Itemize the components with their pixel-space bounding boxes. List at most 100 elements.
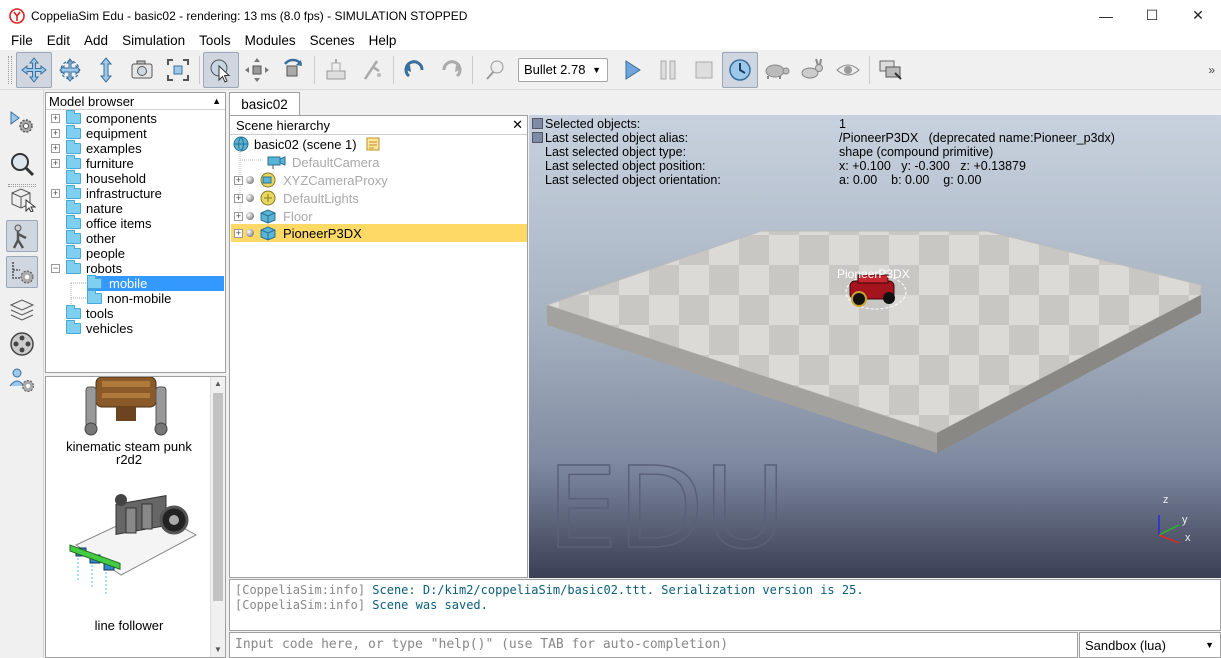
pause-simulation-button[interactable] bbox=[650, 52, 686, 88]
expand-icon[interactable]: + bbox=[234, 228, 243, 238]
film-reel-icon bbox=[10, 332, 34, 356]
scene-switch-button[interactable] bbox=[873, 52, 909, 88]
toolbar-overflow-button[interactable]: » bbox=[1208, 63, 1215, 77]
slow-down-button[interactable] bbox=[758, 52, 794, 88]
camera-shift-button[interactable] bbox=[88, 52, 124, 88]
hierarchy-item-pioneerp3dx[interactable]: + PioneerP3DX bbox=[231, 224, 527, 242]
object-properties-button[interactable] bbox=[6, 148, 38, 180]
transfer-dna-button[interactable] bbox=[354, 52, 390, 88]
status-console: [CoppeliaSim:info] Scene: D:/kim2/coppel… bbox=[229, 579, 1221, 631]
collections-button[interactable] bbox=[6, 220, 38, 252]
layers-icon bbox=[9, 299, 35, 321]
model-dot-icon bbox=[246, 176, 254, 184]
scripts-button[interactable] bbox=[6, 256, 38, 288]
menu-tools[interactable]: Tools bbox=[192, 31, 238, 50]
physics-engine-select[interactable]: Bullet 2.78 ▼ bbox=[518, 57, 608, 82]
collapse-up-icon[interactable]: ▲ bbox=[212, 96, 221, 106]
object-shift-button[interactable] bbox=[239, 52, 275, 88]
model-dot-icon bbox=[246, 194, 254, 202]
model-dot-icon bbox=[246, 229, 254, 237]
menu-add[interactable]: Add bbox=[77, 31, 115, 50]
move-arrows-icon bbox=[21, 56, 47, 83]
assemble-icon bbox=[326, 58, 346, 79]
speed-up-button[interactable] bbox=[794, 52, 830, 88]
command-input[interactable]: Input code here, or type "help()" (use T… bbox=[229, 632, 1078, 658]
user-settings-button[interactable] bbox=[6, 364, 38, 396]
scene-tab[interactable]: basic02 bbox=[229, 92, 300, 115]
info-key: Last selected object type: bbox=[545, 145, 687, 159]
object-rotate-button[interactable] bbox=[275, 52, 311, 88]
model-dot-icon bbox=[246, 212, 254, 220]
user-gear-icon bbox=[9, 368, 34, 392]
hierarchy-item-defaultcamera[interactable]: DefaultCamera bbox=[266, 153, 379, 171]
toolbar-grip[interactable] bbox=[8, 55, 12, 84]
info-toggle-button[interactable] bbox=[532, 132, 543, 143]
stop-simulation-button[interactable] bbox=[686, 52, 722, 88]
minimize-button[interactable]: — bbox=[1083, 0, 1129, 31]
scroll-down-icon[interactable]: ▼ bbox=[211, 643, 225, 657]
windows-icon bbox=[879, 60, 902, 80]
hierarchy-item-floor[interactable]: + Floor bbox=[234, 207, 313, 225]
object-select-button[interactable] bbox=[203, 51, 239, 88]
info-key: Selected objects: bbox=[545, 117, 641, 131]
simulation-settings-button[interactable] bbox=[6, 106, 38, 138]
hierarchy-item-xyzcameraproxy[interactable]: + XYZCameraProxy bbox=[234, 171, 388, 189]
expand-icon[interactable]: + bbox=[234, 193, 243, 203]
undo-button[interactable] bbox=[397, 52, 433, 88]
info-value: shape (compound primitive) bbox=[839, 145, 994, 159]
visualization-toggle-button[interactable] bbox=[830, 52, 866, 88]
menu-modules[interactable]: Modules bbox=[238, 31, 303, 50]
sandbox-select[interactable]: Sandbox (lua) ▼ bbox=[1079, 632, 1221, 658]
expand-icon[interactable]: + bbox=[234, 211, 243, 221]
video-recorder-button[interactable] bbox=[6, 328, 38, 360]
thumbnail-label: r2d2 bbox=[115, 452, 143, 467]
camera-angle-button[interactable] bbox=[124, 52, 160, 88]
camera-pan-button[interactable] bbox=[16, 51, 52, 88]
scrollbar-thumb[interactable] bbox=[213, 393, 223, 601]
script-icon[interactable] bbox=[365, 136, 381, 152]
menu-simulation[interactable]: Simulation bbox=[115, 31, 192, 50]
info-key: Last selected object orientation: bbox=[545, 173, 721, 187]
menu-file[interactable]: File bbox=[4, 31, 40, 50]
start-simulation-button[interactable] bbox=[614, 52, 650, 88]
expand-icon[interactable]: + bbox=[234, 175, 243, 185]
axis-x-label: x bbox=[1185, 532, 1191, 544]
camera-object-icon bbox=[267, 156, 286, 169]
rotate-arrows-icon bbox=[59, 57, 81, 82]
info-value: /PioneerP3DX (deprecated name:Pioneer_p3… bbox=[839, 131, 1115, 145]
menu-scenes[interactable]: Scenes bbox=[303, 31, 362, 50]
calculation-modules-button[interactable] bbox=[6, 182, 38, 214]
hierarchy-item-defaultlights[interactable]: + DefaultLights bbox=[234, 189, 359, 207]
info-collapse-button[interactable] bbox=[532, 118, 543, 129]
thumbnails-scrollbar[interactable]: ▲ ▼ bbox=[210, 377, 225, 657]
tree-lines bbox=[70, 282, 86, 306]
fit-to-view-button[interactable] bbox=[160, 52, 196, 88]
layers-button[interactable] bbox=[6, 294, 38, 326]
thumbnail-steam-punk-r2d2[interactable]: kinematic steam punk r2d2 bbox=[46, 377, 212, 472]
scene-hierarchy-panel: Scene hierarchy ✕ basic02 (scene 1) Defa… bbox=[229, 115, 528, 578]
menu-bar: File Edit Add Simulation Tools Modules S… bbox=[0, 31, 1221, 50]
physics-engine-value: Bullet 2.78 bbox=[524, 62, 586, 77]
scroll-up-icon[interactable]: ▲ bbox=[211, 377, 225, 391]
shape-cube-icon bbox=[260, 209, 276, 224]
menu-help[interactable]: Help bbox=[362, 31, 404, 50]
camera-rotate-button[interactable] bbox=[52, 52, 88, 88]
scene-hierarchy-header: Scene hierarchy ✕ bbox=[230, 116, 527, 135]
assemble-button[interactable] bbox=[318, 52, 354, 88]
close-icon[interactable]: ✕ bbox=[512, 117, 523, 133]
dynamics-toggle-button[interactable] bbox=[476, 52, 512, 88]
menu-edit[interactable]: Edit bbox=[40, 31, 77, 50]
close-button[interactable]: ✕ bbox=[1175, 0, 1221, 31]
realtime-mode-button[interactable] bbox=[722, 51, 758, 88]
robot-label: PioneerP3DX bbox=[837, 267, 910, 281]
chevron-down-icon: ▼ bbox=[1205, 640, 1214, 650]
turtle-icon bbox=[765, 64, 790, 79]
vertical-arrows-icon bbox=[99, 56, 113, 83]
redo-button[interactable] bbox=[433, 52, 469, 88]
3d-viewport[interactable]: EDU PioneerP3DX z y x Selected objects: … bbox=[529, 115, 1221, 578]
console-line: [CoppeliaSim:info] Scene: D:/kim2/coppel… bbox=[235, 583, 864, 597]
thumbnail-label: line follower bbox=[94, 618, 164, 633]
thumbnail-line-follower[interactable]: line follower bbox=[46, 485, 212, 635]
maximize-button[interactable]: ☐ bbox=[1129, 0, 1175, 31]
tree-item-mobile[interactable]: mobile bbox=[87, 275, 224, 291]
